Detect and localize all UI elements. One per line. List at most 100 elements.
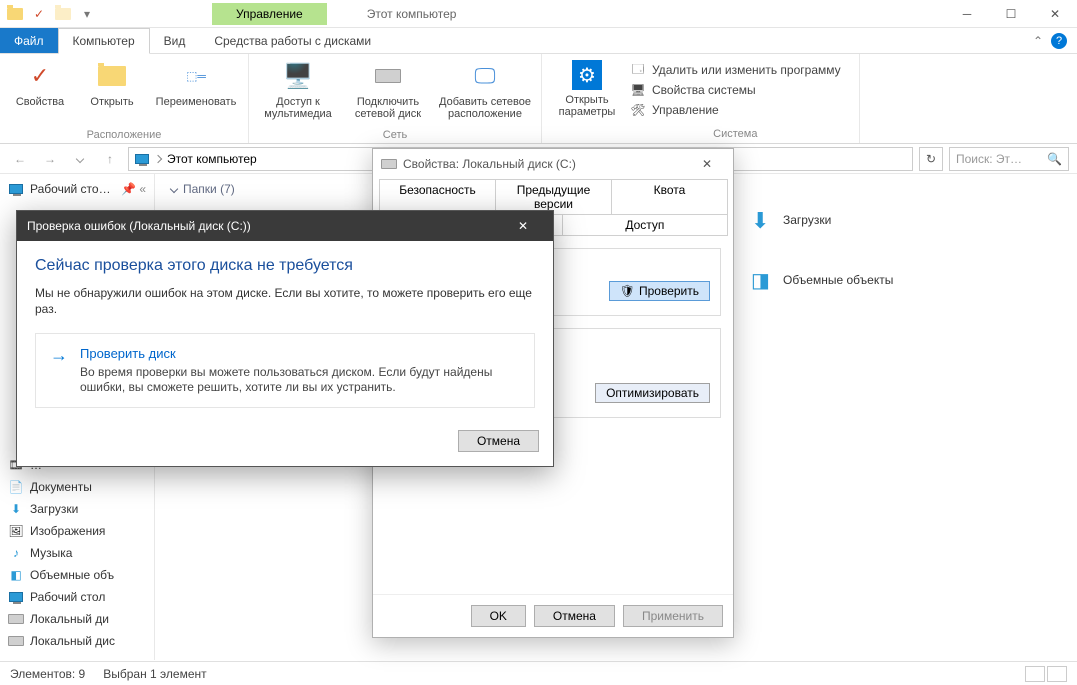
scan-disk-option[interactable]: → Проверить диск Во время проверки вы мо… [35,333,535,408]
map-drive-button[interactable]: Подключить сетевой диск [349,58,427,129]
rename-icon: ⬚═ [180,60,212,92]
minimize-button[interactable]: ─ [945,0,989,28]
music-icon: ♪ [8,545,24,561]
check-button[interactable]: 🛡 Проверить [609,281,710,301]
error-check-title: Проверка ошибок (Локальный диск (C:)) [27,219,251,233]
quick-access-toolbar: ✓ ▾ [0,5,102,23]
status-bar: Элементов: 9 Выбран 1 элемент [0,661,1077,685]
tab-quota[interactable]: Квота [611,179,728,215]
view-icons-button[interactable] [1047,666,1067,682]
tree-3dobjects[interactable]: ◧Объемные объ [0,564,154,586]
computer-icon [135,154,149,164]
scan-disk-desc: Во время проверки вы можете пользоваться… [80,365,520,395]
view-tab[interactable]: Вид [150,28,201,53]
network-location-icon: 🖵 [469,60,501,92]
open-button[interactable]: Открыть [82,58,142,129]
group-network-label: Сеть [383,129,407,141]
desktop-icon [8,181,24,197]
collapse-ribbon-icon[interactable]: ⌃ [1033,34,1043,48]
address-text: Этот компьютер [167,152,257,166]
media-icon: 🖥️ [282,60,314,92]
nav-back-button[interactable]: ← [8,147,32,171]
uninstall-icon: 🗔 [630,62,646,78]
tree-documents[interactable]: 📄Документы [0,476,154,498]
system-properties-link[interactable]: 🖥 Свойства системы [630,82,841,98]
qat-check-icon[interactable]: ✓ [30,5,48,23]
status-selected: Выбран 1 элемент [103,667,206,681]
tab-access[interactable]: Доступ [562,214,728,236]
shield-icon: 🛡 [620,284,635,298]
title-bar: ✓ ▾ Управление Этот компьютер ─ ☐ ✕ [0,0,1077,28]
manage-link[interactable]: 🛠 Управление [630,102,841,118]
file-tab[interactable]: Файл [0,28,58,53]
cancel-button[interactable]: Отмена [534,605,615,627]
downloads-icon: ⬇ [8,501,24,517]
help-icon[interactable]: ? [1051,33,1067,49]
qat-icon-1[interactable] [6,5,24,23]
manage-icon: 🛠 [630,102,646,118]
add-location-button[interactable]: 🖵 Добавить сетевое расположение [439,58,531,129]
scan-disk-title: Проверить диск [80,346,520,361]
properties-icon: ✓ [24,60,56,92]
view-details-button[interactable] [1025,666,1045,682]
apply-button[interactable]: Применить [623,605,723,627]
close-button[interactable]: ✕ [1033,0,1077,28]
group-system-label: Система [630,128,841,140]
tree-downloads[interactable]: ⬇Загрузки [0,498,154,520]
folder-3dobjects[interactable]: ◨ Объемные объекты [751,262,1061,298]
properties-button[interactable]: ✓ Свойства [10,58,70,129]
group-location: ✓ Свойства Открыть ⬚═ Переименовать Расп… [0,54,249,143]
error-check-heading: Сейчас проверка этого диска не требуется [35,257,535,275]
computer-tab[interactable]: Компьютер [58,28,150,54]
refresh-button[interactable]: ↻ [919,147,943,171]
disk-icon [8,611,24,627]
tree-desktop[interactable]: Рабочий сто… 📌 « [0,178,154,200]
nav-up-button[interactable]: ↑ [98,147,122,171]
ok-button[interactable]: OK [471,605,526,627]
disk-props-icon [381,159,397,169]
error-check-message: Мы не обнаружили ошибок на этом диске. Е… [35,285,535,317]
group-location-label: Расположение [87,129,162,141]
error-check-close-button[interactable]: ✕ [503,211,543,241]
tree-pictures[interactable]: 🖼Изображения [0,520,154,542]
pictures-icon: 🖼 [8,523,24,539]
objects3d-icon: ◧ [8,567,24,583]
qat-icon-2[interactable] [54,5,72,23]
sysprops-icon: 🖥 [630,82,646,98]
ribbon-tabs: Файл Компьютер Вид Средства работы с дис… [0,28,1077,54]
tree-desktop2[interactable]: Рабочий стол [0,586,154,608]
tree-localdisk1[interactable]: Локальный ди [0,608,154,630]
ribbon: ✓ Свойства Открыть ⬚═ Переименовать Расп… [0,54,1077,144]
tree-music[interactable]: ♪Музыка [0,542,154,564]
arrow-right-icon: → [50,346,68,395]
window-title: Этот компьютер [367,7,457,21]
search-icon: 🔍 [1047,152,1062,166]
open-folder-icon [96,60,128,92]
desktop-icon-2 [8,589,24,605]
nav-forward-button[interactable]: → [38,147,62,171]
error-check-cancel-button[interactable]: Отмена [458,430,539,452]
optimize-button[interactable]: Оптимизировать [595,383,710,403]
error-check-titlebar[interactable]: Проверка ошибок (Локальный диск (C:)) ✕ [17,211,553,241]
folder-downloads[interactable]: ⬇ Загрузки [751,202,1061,238]
settings-gear-icon: ⚙ [572,60,602,90]
search-placeholder: Поиск: Эт… [956,152,1022,166]
properties-titlebar[interactable]: Свойства: Локальный диск (C:) ✕ [373,149,733,179]
properties-close-button[interactable]: ✕ [689,150,725,178]
nav-recent-dropdown[interactable] [68,147,92,171]
rename-button[interactable]: ⬚═ Переименовать [154,58,238,129]
search-input[interactable]: Поиск: Эт… 🔍 [949,147,1069,171]
map-drive-icon [372,60,404,92]
manage-contextual-tab[interactable]: Управление [212,3,327,25]
uninstall-program-link[interactable]: 🗔 Удалить или изменить программу [630,62,841,78]
media-access-button[interactable]: 🖥️ Доступ к мультимедиа [259,58,337,129]
drive-tools-tab[interactable]: Средства работы с дисками [200,28,386,53]
status-elements: Элементов: 9 [10,667,85,681]
disk-icon-2 [8,633,24,649]
properties-buttons: OK Отмена Применить [373,594,733,637]
qat-dropdown-icon[interactable]: ▾ [78,5,96,23]
maximize-button[interactable]: ☐ [989,0,1033,28]
error-check-dialog: Проверка ошибок (Локальный диск (C:)) ✕ … [16,210,554,467]
open-settings-button[interactable]: ⚙ Открыть параметры [552,58,622,118]
tree-localdisk2[interactable]: Локальный дис [0,630,154,652]
